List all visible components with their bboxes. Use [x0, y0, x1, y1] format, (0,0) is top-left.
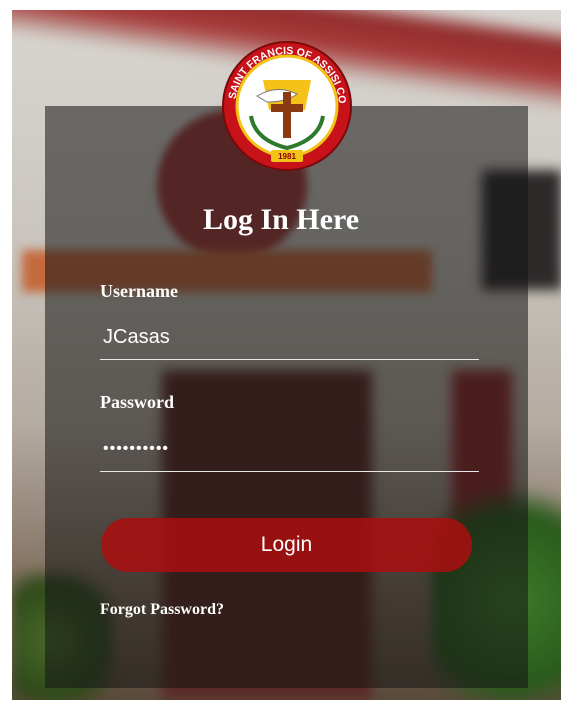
page-title: Log In Here — [202, 203, 360, 236]
username-label: Username — [100, 281, 178, 301]
username-input[interactable] — [100, 315, 479, 359]
password-input[interactable] — [100, 427, 479, 471]
logo-year: 1981 — [278, 152, 296, 161]
password-label: Password — [100, 392, 175, 412]
password-field-container — [100, 427, 479, 472]
username-field-container — [100, 315, 479, 360]
login-button[interactable]: Login — [101, 518, 472, 572]
forgot-password-link[interactable]: Forgot Password? — [100, 601, 224, 619]
college-logo: SAINT FRANCIS OF ASSISI COLLEGE 1981 — [217, 31, 353, 172]
